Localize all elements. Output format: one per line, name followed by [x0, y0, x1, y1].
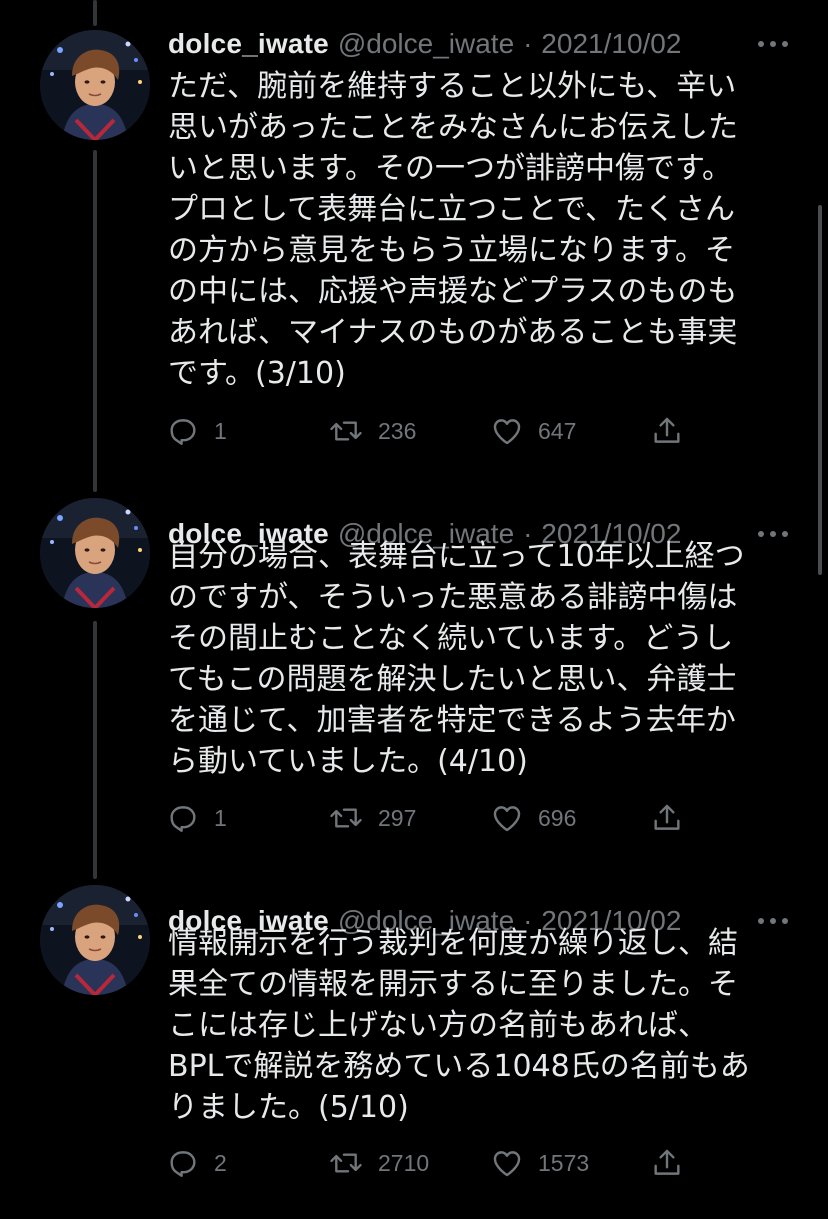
separator-dot: · — [523, 28, 533, 59]
reply-bubble-icon — [166, 1146, 200, 1180]
user-handle[interactable]: @dolce_iwate — [338, 28, 514, 59]
retweet-button[interactable]: 236 — [328, 411, 416, 451]
like-button[interactable]: 647 — [490, 411, 576, 451]
reply-bubble-icon — [166, 801, 200, 835]
more-horizontal-icon[interactable] — [756, 24, 790, 64]
retweet-arrows-icon — [328, 1146, 364, 1180]
reply-button[interactable]: 1 — [166, 798, 227, 838]
heart-icon — [490, 1146, 524, 1180]
like-count: 1573 — [538, 1149, 590, 1176]
avatar[interactable] — [40, 885, 150, 995]
avatar[interactable] — [40, 498, 150, 608]
tweet-text: 情報開示を行う裁判を何度か繰り返し、結 果全ての情報を開示するに至りました。そ … — [168, 926, 750, 1125]
like-count: 696 — [538, 804, 577, 831]
share-upload-icon — [650, 1146, 684, 1180]
retweet-arrows-icon — [328, 414, 364, 448]
reply-count: 1 — [214, 417, 227, 444]
retweet-count: 236 — [378, 417, 417, 444]
share-button[interactable] — [650, 1143, 684, 1183]
tweet[interactable]: dolce_iwate @dolce_iwate · 2021/10/02 ただ… — [0, 0, 828, 470]
tweet[interactable]: dolce_iwate @dolce_iwate · 2021/10/02 自分… — [0, 490, 828, 870]
share-upload-icon — [650, 801, 684, 835]
retweet-count: 2710 — [378, 1149, 430, 1176]
like-button[interactable]: 696 — [490, 798, 576, 838]
tweet-actions: 1 297 696 — [166, 798, 706, 838]
share-upload-icon — [650, 414, 684, 448]
tweet-header: dolce_iwate @dolce_iwate · 2021/10/02 — [168, 24, 790, 64]
retweet-count: 297 — [378, 804, 417, 831]
tweet-text: 自分の場合、表舞台に立って10年以上経つ のですが、そういった悪意ある誹謗中傷は… — [168, 539, 745, 779]
reply-count: 1 — [214, 804, 227, 831]
tweet-actions: 1 236 647 — [166, 411, 706, 451]
tweet[interactable]: dolce_iwate @dolce_iwate · 2021/10/02 情報… — [0, 877, 828, 1219]
reply-count: 2 — [214, 1149, 227, 1176]
reply-button[interactable]: 1 — [166, 411, 227, 451]
display-name[interactable]: dolce_iwate — [168, 28, 329, 59]
share-button[interactable] — [650, 798, 684, 838]
tweet-actions: 2 2710 1573 — [166, 1143, 706, 1183]
like-button[interactable]: 1573 — [490, 1143, 589, 1183]
tweet-date[interactable]: 2021/10/02 — [541, 28, 681, 59]
retweet-button[interactable]: 297 — [328, 798, 416, 838]
avatar[interactable] — [40, 30, 150, 140]
share-button[interactable] — [650, 411, 684, 451]
reply-button[interactable]: 2 — [166, 1143, 227, 1183]
reply-bubble-icon — [166, 414, 200, 448]
retweet-arrows-icon — [328, 801, 364, 835]
heart-icon — [490, 801, 524, 835]
tweet-text: ただ、腕前を維持すること以外にも、辛い 思いがあったことをみなさんにお伝えした … — [168, 69, 738, 391]
heart-icon — [490, 414, 524, 448]
like-count: 647 — [538, 417, 577, 444]
retweet-button[interactable]: 2710 — [328, 1143, 429, 1183]
